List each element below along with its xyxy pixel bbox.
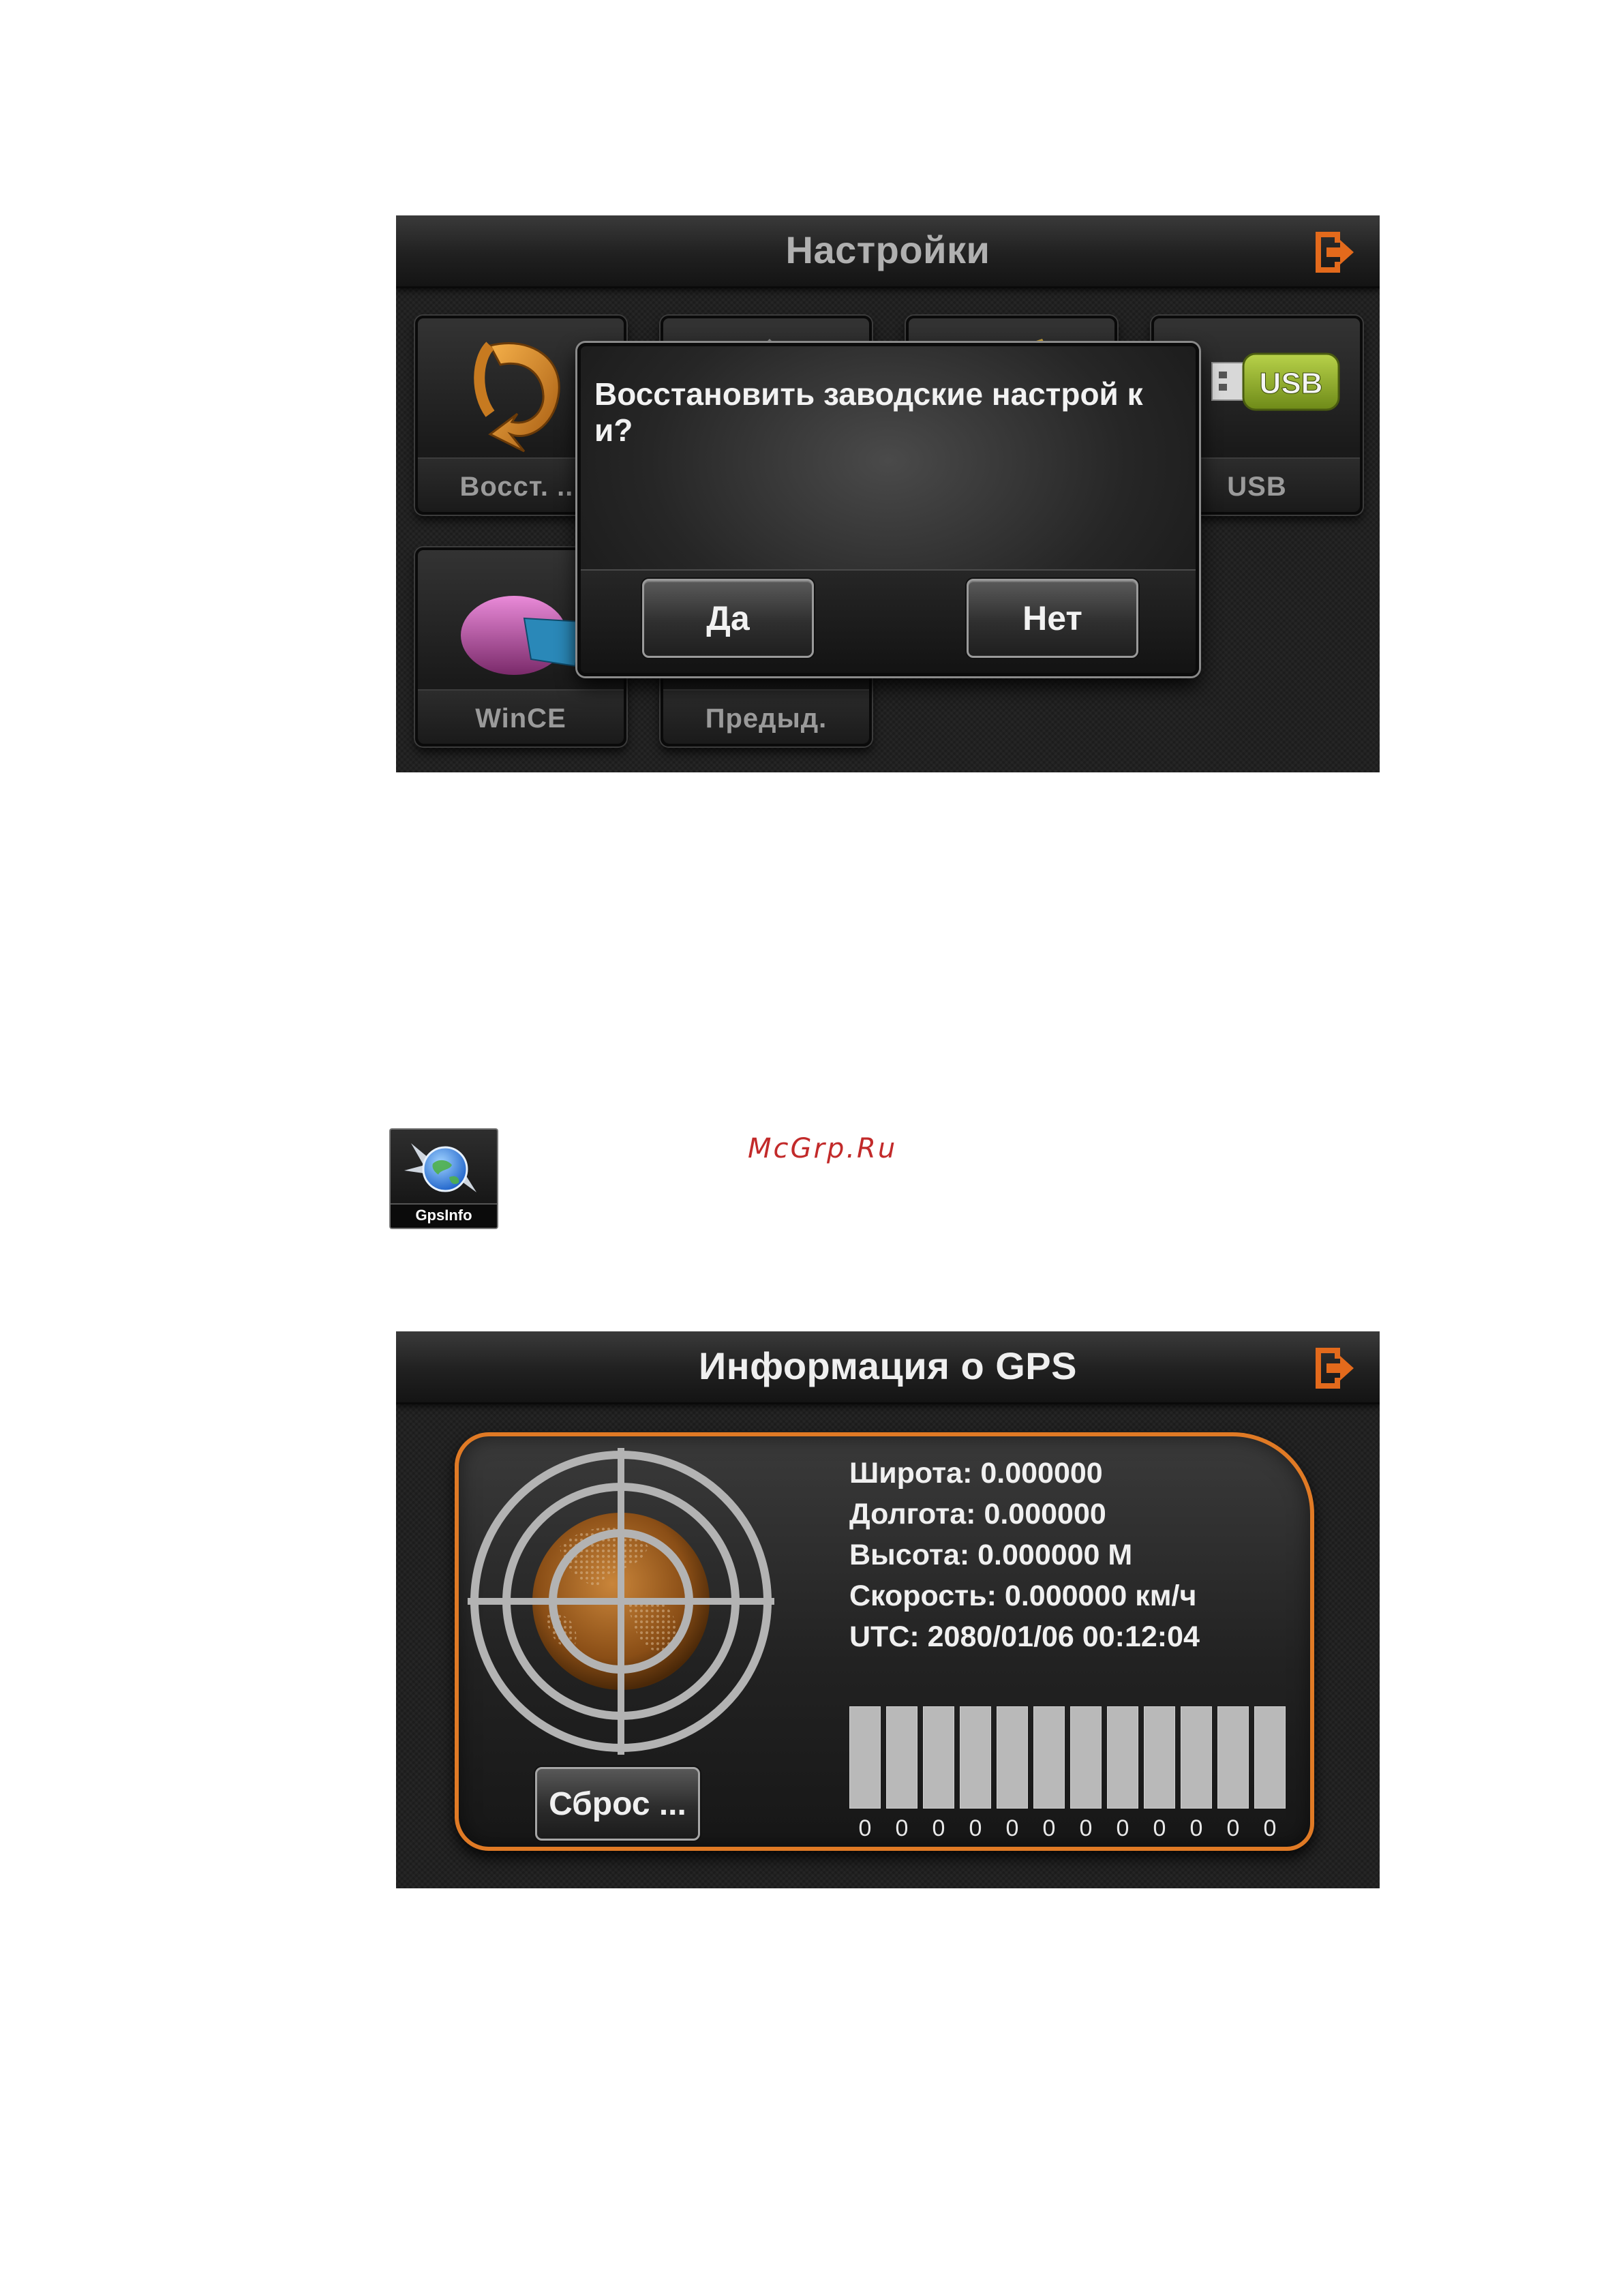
altitude-readout: Высота: 0.000000 M: [849, 1539, 1133, 1571]
satellite-bar: [886, 1706, 917, 1809]
satellite-bar: [1033, 1706, 1065, 1809]
satellite-signal-value: 0: [1005, 1815, 1019, 1841]
page-title: Информация о GPS: [699, 1344, 1077, 1387]
gps-info-screen: Информация о GPS Широта: 0.000000 Долгот…: [396, 1331, 1380, 1888]
satellite-signal-value: 0: [1153, 1815, 1166, 1841]
exit-icon[interactable]: [1306, 1341, 1361, 1395]
satellite-bar: [849, 1706, 881, 1809]
usb-icon-text: USB: [1260, 367, 1323, 400]
satellite-bar: [1070, 1706, 1102, 1809]
satellite-signal-value: 0: [932, 1815, 945, 1841]
watermark: McGrp.Ru: [748, 1133, 898, 1164]
usb-icon: USB: [1211, 352, 1340, 411]
satellite-bar: [1107, 1706, 1138, 1809]
confirm-dialog: Восстановить заводские настрой ки? Да Не…: [577, 343, 1199, 676]
exit-icon[interactable]: [1306, 225, 1361, 280]
satellite-signal-value: 0: [858, 1815, 872, 1841]
satellite-signal-bars: 000000000000: [849, 1706, 1291, 1841]
satellite-signal-value: 0: [1263, 1815, 1277, 1841]
app-label: GpsInfo: [391, 1203, 497, 1228]
satellite-bar: [923, 1706, 954, 1809]
satellite-signal-value: 0: [1116, 1815, 1129, 1841]
latitude-readout: Широта: 0.000000: [849, 1457, 1103, 1490]
satellite-bar: [1217, 1706, 1249, 1809]
satellite-bar: [997, 1706, 1028, 1809]
satellite-signal-value: 0: [1042, 1815, 1056, 1841]
satellite-signal-value: 0: [1226, 1815, 1240, 1841]
satellite-signal-value: 0: [1079, 1815, 1093, 1841]
reset-button[interactable]: Сброс ...: [535, 1767, 700, 1841]
globe-icon: [404, 1143, 476, 1192]
tile-label: WinCE: [475, 704, 566, 734]
gps-panel: Широта: 0.000000 Долгота: 0.000000 Высот…: [455, 1432, 1314, 1851]
settings-screen: Настройки Восст. ... USB USB WinCE Преды…: [396, 215, 1380, 772]
longitude-readout: Долгота: 0.000000: [849, 1498, 1106, 1530]
page-title: Настройки: [785, 228, 990, 271]
no-button[interactable]: Нет: [967, 579, 1138, 658]
satellite-signal-value: 0: [1189, 1815, 1203, 1841]
utc-readout: UTC: 2080/01/06 00:12:04: [849, 1620, 1200, 1653]
radar-globe-icon: [468, 1448, 774, 1755]
satellite-bar: [1144, 1706, 1175, 1809]
title-bar: Информация о GPS: [396, 1331, 1380, 1404]
tile-label: Предыд.: [705, 704, 828, 734]
title-bar: Настройки: [396, 215, 1380, 288]
satellite-bar: [1181, 1706, 1212, 1809]
satellite-signal-value: 0: [895, 1815, 909, 1841]
speed-readout: Скорость: 0.000000 км/ч: [849, 1580, 1197, 1612]
pie-chart-icon: [461, 596, 583, 675]
yes-button[interactable]: Да: [642, 579, 814, 658]
satellite-signal-value: 0: [969, 1815, 982, 1841]
satellite-bar: [960, 1706, 991, 1809]
dialog-footer: Да Нет: [581, 569, 1196, 673]
gpsinfo-app-icon[interactable]: GpsInfo: [389, 1128, 498, 1229]
restore-icon: [474, 342, 560, 453]
dialog-message: Восстановить заводские настрой ки?: [594, 376, 1143, 448]
satellite-bar: [1254, 1706, 1286, 1809]
